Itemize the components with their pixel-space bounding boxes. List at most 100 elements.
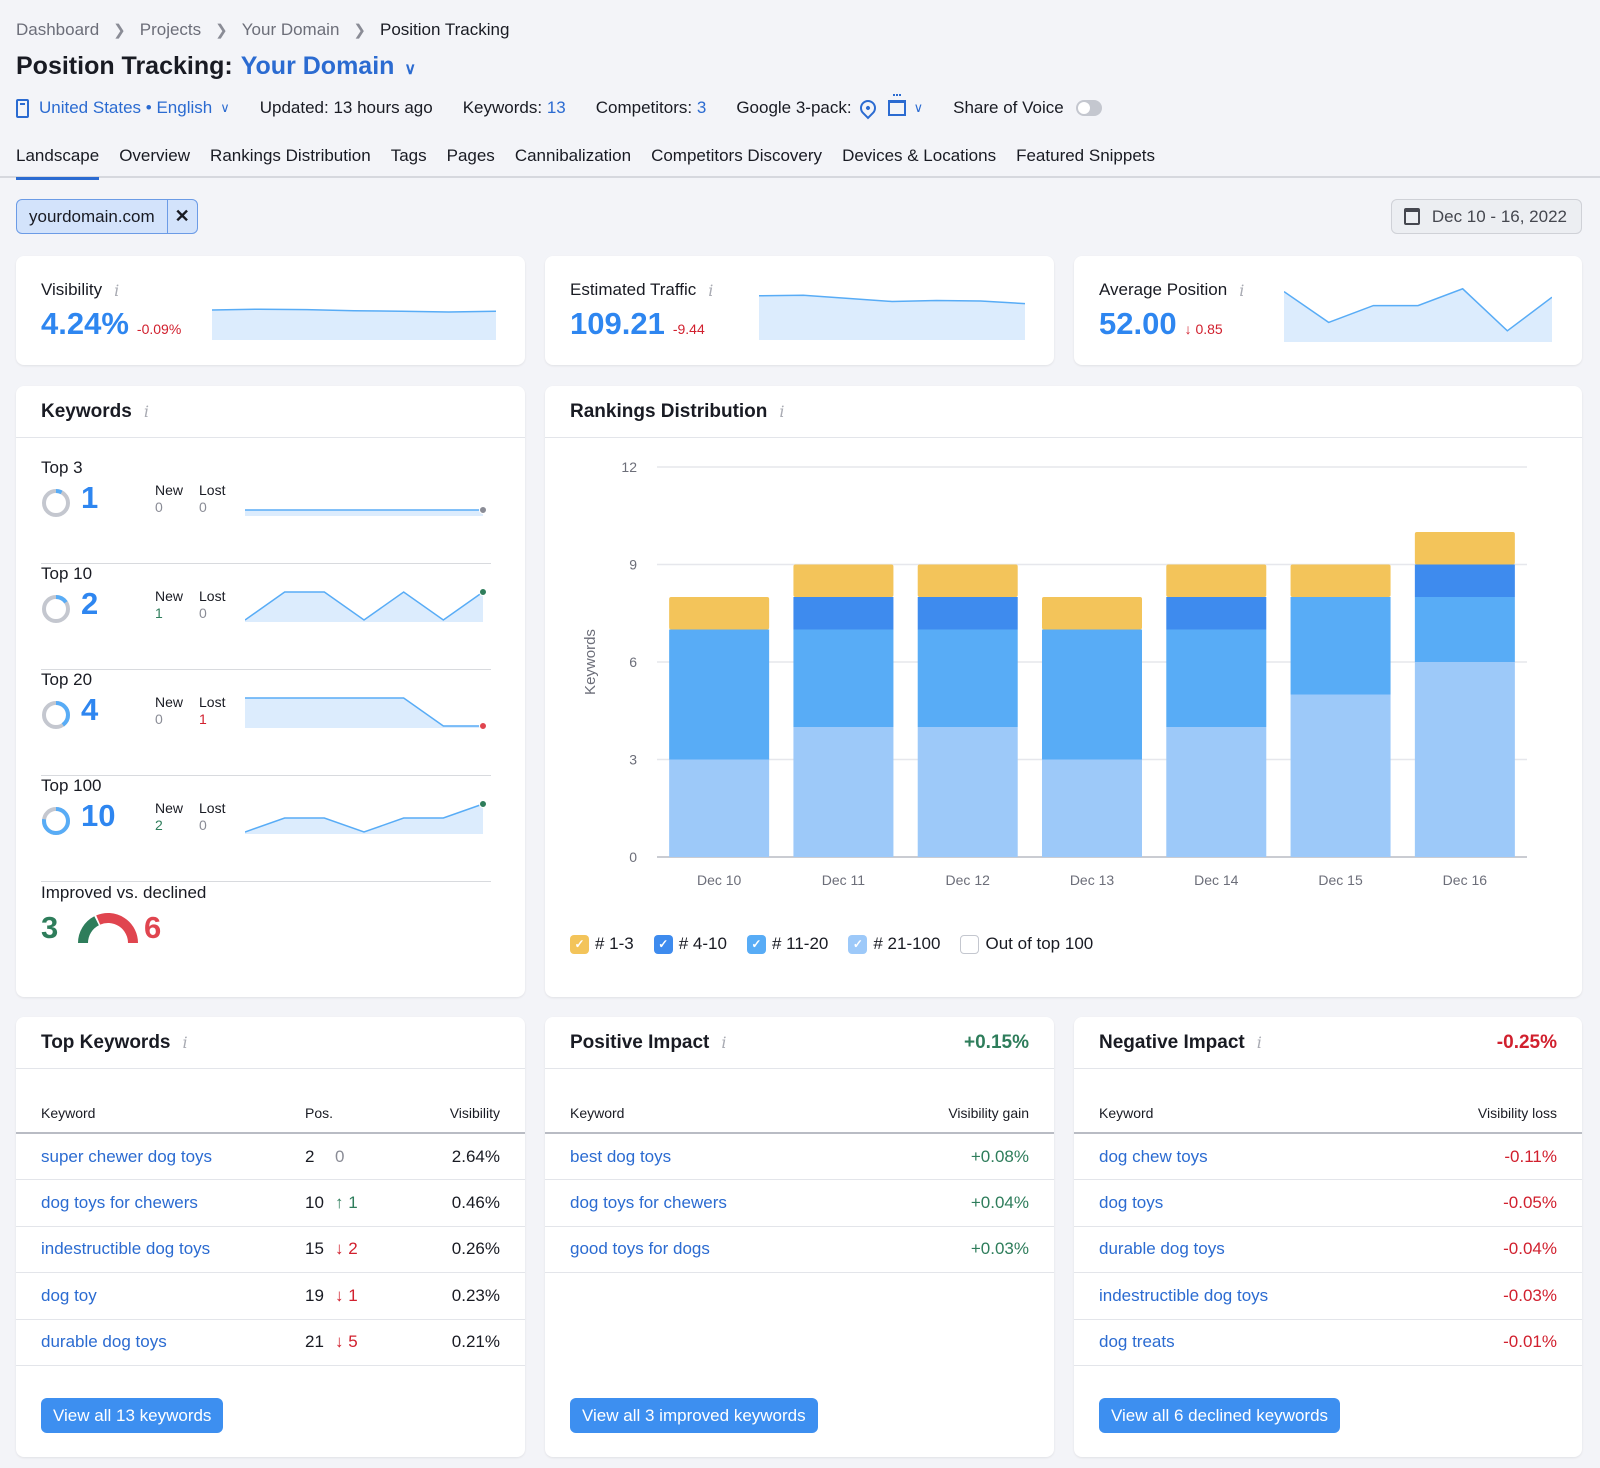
tab-devices-locations[interactable]: Devices & Locations bbox=[842, 140, 996, 178]
bar-segment-21-100-dec-10[interactable] bbox=[669, 760, 769, 858]
tab-overview[interactable]: Overview bbox=[119, 140, 190, 178]
bar-segment-21-100-dec-11[interactable] bbox=[793, 727, 893, 857]
bar-segment-4-10-dec-14[interactable] bbox=[1166, 597, 1266, 630]
keyword-link[interactable]: durable dog toys bbox=[41, 1332, 167, 1351]
bucket-count[interactable]: 1 bbox=[81, 480, 98, 516]
breadcrumb-dashboard[interactable]: Dashboard bbox=[16, 20, 99, 40]
legend-checkbox[interactable]: ✓ bbox=[654, 935, 673, 954]
chevron-down-icon[interactable]: ∨ bbox=[404, 59, 416, 79]
legend-item[interactable]: ✓# 4-10 bbox=[654, 934, 727, 954]
bar-segment-21-100-dec-12[interactable] bbox=[918, 727, 1018, 857]
tab-featured-snippets[interactable]: Featured Snippets bbox=[1016, 140, 1155, 178]
bar-segment-21-100-dec-16[interactable] bbox=[1415, 662, 1515, 857]
bar-segment-21-100-dec-15[interactable] bbox=[1291, 695, 1391, 858]
keyword-link[interactable]: dog toys bbox=[1099, 1193, 1163, 1212]
tab-landscape[interactable]: Landscape bbox=[16, 140, 99, 178]
lost-label: Lost bbox=[199, 482, 225, 498]
keyword-link[interactable]: indestructible dog toys bbox=[41, 1239, 210, 1258]
tab-cannibalization[interactable]: Cannibalization bbox=[515, 140, 631, 178]
date-range-picker[interactable]: Dec 10 - 16, 2022 bbox=[1391, 199, 1582, 234]
tab-pages[interactable]: Pages bbox=[447, 140, 495, 178]
share-of-voice-toggle[interactable] bbox=[1076, 100, 1102, 116]
keyword-link[interactable]: durable dog toys bbox=[1099, 1239, 1225, 1258]
legend-checkbox[interactable]: ✓ bbox=[747, 935, 766, 954]
bar-segment-1-3-dec-10[interactable] bbox=[669, 597, 769, 630]
breadcrumb-your-domain[interactable]: Your Domain bbox=[242, 20, 340, 40]
new-label: New bbox=[155, 588, 183, 604]
bar-segment-11-20-dec-16[interactable] bbox=[1415, 597, 1515, 662]
bar-segment-11-20-dec-14[interactable] bbox=[1166, 630, 1266, 728]
tab-rankings-distribution[interactable]: Rankings Distribution bbox=[210, 140, 371, 178]
bar-segment-1-3-dec-15[interactable] bbox=[1291, 565, 1391, 598]
keyword-link[interactable]: dog toy bbox=[41, 1286, 97, 1305]
view-all-keywords-button[interactable]: View all 13 keywords bbox=[41, 1398, 223, 1433]
close-icon[interactable]: ✕ bbox=[167, 200, 197, 233]
bar-segment-1-3-dec-16[interactable] bbox=[1415, 532, 1515, 565]
column-header-position[interactable]: Pos. bbox=[305, 1099, 425, 1133]
local-business-icon[interactable] bbox=[888, 100, 906, 116]
column-header-keyword[interactable]: Keyword bbox=[1074, 1099, 1405, 1133]
info-icon[interactable]: i bbox=[1257, 1033, 1262, 1052]
view-declined-keywords-button[interactable]: View all 6 declined keywords bbox=[1099, 1398, 1340, 1433]
bar-segment-1-3-dec-14[interactable] bbox=[1166, 565, 1266, 598]
chevron-down-icon[interactable]: ∨ bbox=[914, 100, 924, 116]
visibility-card: Visibilityi 4.24%-0.09% bbox=[16, 256, 525, 365]
bucket-count[interactable]: 4 bbox=[81, 692, 98, 728]
keyword-link[interactable]: dog toys for chewers bbox=[41, 1193, 198, 1212]
bar-segment-4-10-dec-12[interactable] bbox=[918, 597, 1018, 630]
legend-item[interactable]: ✓# 21-100 bbox=[848, 934, 940, 954]
bar-segment-1-3-dec-11[interactable] bbox=[793, 565, 893, 598]
column-header-visibility[interactable]: Visibility bbox=[425, 1099, 525, 1133]
info-icon[interactable]: i bbox=[708, 281, 713, 300]
legend-checkbox[interactable] bbox=[960, 935, 979, 954]
info-icon[interactable]: i bbox=[1239, 281, 1244, 300]
bar-segment-4-10-dec-16[interactable] bbox=[1415, 565, 1515, 598]
column-header-keyword[interactable]: Keyword bbox=[545, 1099, 867, 1133]
keyword-link[interactable]: super chewer dog toys bbox=[41, 1147, 212, 1166]
keyword-link[interactable]: good toys for dogs bbox=[570, 1239, 710, 1258]
bar-segment-11-20-dec-10[interactable] bbox=[669, 630, 769, 760]
bar-segment-1-3-dec-12[interactable] bbox=[918, 565, 1018, 598]
keywords-count-link[interactable]: 13 bbox=[547, 98, 566, 118]
keyword-link[interactable]: dog treats bbox=[1099, 1332, 1175, 1351]
table-row: indestructible dog toys-0.03% bbox=[1074, 1273, 1582, 1320]
bar-segment-1-3-dec-13[interactable] bbox=[1042, 597, 1142, 630]
bar-segment-21-100-dec-13[interactable] bbox=[1042, 760, 1142, 858]
bucket-count[interactable]: 10 bbox=[81, 798, 115, 834]
view-improved-keywords-button[interactable]: View all 3 improved keywords bbox=[570, 1398, 818, 1433]
info-icon[interactable]: i bbox=[144, 402, 149, 421]
info-icon[interactable]: i bbox=[721, 1033, 726, 1052]
column-header-keyword[interactable]: Keyword bbox=[16, 1099, 305, 1133]
tab-tags[interactable]: Tags bbox=[391, 140, 427, 178]
column-header-visibility-gain[interactable]: Visibility gain bbox=[867, 1099, 1054, 1133]
column-header-visibility-loss[interactable]: Visibility loss bbox=[1405, 1099, 1582, 1133]
location-selector[interactable]: United States • English ∨ bbox=[16, 98, 230, 118]
keyword-link[interactable]: indestructible dog toys bbox=[1099, 1286, 1268, 1305]
info-icon[interactable]: i bbox=[779, 402, 784, 421]
competitors-count-link[interactable]: 3 bbox=[697, 98, 706, 118]
bar-segment-11-20-dec-15[interactable] bbox=[1291, 597, 1391, 695]
declined-count[interactable]: 6 bbox=[144, 910, 161, 946]
domain-filter-chip: yourdomain.com ✕ bbox=[16, 199, 198, 234]
breadcrumb-projects[interactable]: Projects bbox=[140, 20, 201, 40]
legend-item[interactable]: ✓# 1-3 bbox=[570, 934, 634, 954]
bar-segment-11-20-dec-12[interactable] bbox=[918, 630, 1018, 728]
keyword-link[interactable]: best dog toys bbox=[570, 1147, 671, 1166]
legend-item[interactable]: Out of top 100 bbox=[960, 934, 1093, 954]
tab-competitors-discovery[interactable]: Competitors Discovery bbox=[651, 140, 822, 178]
bar-segment-21-100-dec-14[interactable] bbox=[1166, 727, 1266, 857]
legend-checkbox[interactable]: ✓ bbox=[570, 935, 589, 954]
info-icon[interactable]: i bbox=[114, 281, 119, 300]
improved-count[interactable]: 3 bbox=[41, 910, 58, 946]
bar-segment-4-10-dec-11[interactable] bbox=[793, 597, 893, 630]
bucket-count[interactable]: 2 bbox=[81, 586, 98, 622]
keyword-link[interactable]: dog toys for chewers bbox=[570, 1193, 727, 1212]
bar-segment-11-20-dec-11[interactable] bbox=[793, 630, 893, 728]
bar-segment-11-20-dec-13[interactable] bbox=[1042, 630, 1142, 760]
info-icon[interactable]: i bbox=[183, 1033, 188, 1052]
legend-item[interactable]: ✓# 11-20 bbox=[747, 934, 828, 954]
map-pin-icon[interactable] bbox=[856, 97, 879, 120]
keyword-link[interactable]: dog chew toys bbox=[1099, 1147, 1208, 1166]
legend-checkbox[interactable]: ✓ bbox=[848, 935, 867, 954]
project-selector[interactable]: Your Domain bbox=[241, 52, 395, 81]
